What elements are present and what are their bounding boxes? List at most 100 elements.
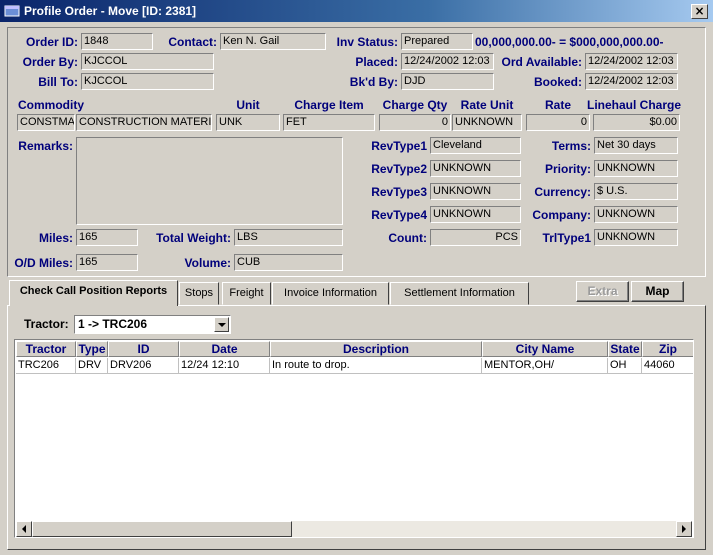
revtype1-label: RevType1	[371, 139, 427, 153]
linehaul-charge-header: Linehaul Charge	[586, 98, 681, 112]
tab-freight[interactable]: Freight	[222, 282, 271, 305]
unit-header: Unit	[236, 98, 260, 112]
priority-label: Priority:	[544, 162, 591, 176]
terms-label: Terms:	[551, 139, 591, 153]
cell-type: DRV	[76, 358, 108, 374]
ord-available-label: Ord Available:	[501, 55, 582, 69]
tractor-label: Tractor:	[24, 317, 69, 331]
currency-label: Currency:	[534, 185, 591, 199]
check-call-grid: Tractor Type ID Date Description City Na…	[14, 339, 694, 538]
cell-city-name: MENTOR,OH/	[482, 358, 608, 374]
currency-field: $ U.S.	[594, 183, 678, 200]
priority-field: UNKNOWN	[594, 160, 678, 177]
charge-item-field: FET	[283, 114, 375, 131]
column-header-zip[interactable]: Zip	[642, 341, 693, 357]
volume-field: CUB	[234, 254, 343, 271]
rate-unit-field: UNKNOWN	[452, 114, 522, 131]
close-icon: ×	[694, 4, 705, 18]
rate-unit-header: Rate Unit	[460, 98, 514, 112]
revtype3-label: RevType3	[371, 185, 427, 199]
column-header-type[interactable]: Type	[76, 341, 108, 357]
rate-field: 0	[526, 114, 590, 131]
horizontal-scrollbar[interactable]	[16, 521, 692, 537]
contact-label: Contact:	[168, 35, 217, 49]
revtype4-label: RevType4	[371, 208, 427, 222]
balance-text: 00,000,000.00- = $000,000,000.00-	[475, 35, 664, 49]
tractor-select[interactable]: 1 -> TRC206	[74, 315, 231, 334]
revtype1-field: Cleveland	[430, 137, 521, 154]
cell-date: 12/24 12:10	[179, 358, 270, 374]
count-label: Count:	[388, 231, 427, 245]
cell-zip: 44060	[642, 358, 693, 374]
od-miles-label: O/D Miles:	[14, 256, 73, 270]
chevron-down-icon[interactable]	[214, 317, 229, 332]
cell-state: OH	[608, 358, 642, 374]
remarks-label: Remarks:	[18, 139, 73, 153]
revtype2-label: RevType2	[371, 162, 427, 176]
scrollbar-thumb[interactable]	[32, 521, 292, 537]
inv-status-label: Inv Status:	[336, 35, 398, 49]
linehaul-charge-field: $0.00	[593, 114, 680, 131]
inv-status-field: Prepared	[401, 33, 473, 50]
trltype1-field: UNKNOWN	[594, 229, 678, 246]
column-header-description[interactable]: Description	[270, 341, 482, 357]
bill-to-label: Bill To:	[38, 75, 78, 89]
commodity-description-field: CONSTRUCTION MATERIA	[76, 114, 212, 131]
tractor-select-value: 1 -> TRC206	[78, 317, 148, 331]
bkd-by-field: DJD	[401, 73, 494, 90]
scroll-right-button[interactable]	[676, 521, 692, 537]
cell-description: In route to drop.	[270, 358, 482, 374]
volume-label: Volume:	[184, 256, 231, 270]
charge-qty-header: Charge Qty	[382, 98, 448, 112]
bkd-by-label: Bk'd By:	[349, 75, 398, 89]
order-id-label: Order ID:	[25, 35, 78, 49]
commodity-header: Commodity	[18, 98, 84, 112]
total-weight-label: Total Weight:	[156, 231, 231, 245]
tab-invoice-information[interactable]: Invoice Information	[272, 282, 389, 305]
column-header-date[interactable]: Date	[179, 341, 270, 357]
column-header-state[interactable]: State	[608, 341, 642, 357]
tab-stops[interactable]: Stops	[179, 282, 219, 305]
unit-field: UNK	[216, 114, 280, 131]
title-bar: Profile Order - Move [ID: 2381] ×	[0, 0, 713, 22]
order-by-label: Order By:	[22, 55, 78, 69]
miles-field: 165	[76, 229, 138, 246]
company-label: Company:	[532, 208, 591, 222]
map-button[interactable]: Map	[631, 281, 684, 302]
company-field: UNKNOWN	[594, 206, 678, 223]
close-button[interactable]: ×	[691, 4, 708, 19]
charge-qty-field: 0	[379, 114, 451, 131]
od-miles-field: 165	[76, 254, 138, 271]
count-field: PCS	[430, 229, 521, 246]
cell-tractor: TRC206	[16, 358, 76, 374]
cell-id: DRV206	[108, 358, 179, 374]
extra-button[interactable]: Extra	[576, 281, 629, 302]
scroll-left-button[interactable]	[16, 521, 32, 537]
tab-check-call-position-reports[interactable]: Check Call Position Reports	[9, 280, 178, 306]
column-header-city-name[interactable]: City Name	[482, 341, 608, 357]
commodity-code-field: CONSTMA	[17, 114, 75, 131]
arrow-left-icon	[22, 525, 26, 533]
order-id-field: 1848	[81, 33, 153, 50]
revtype2-field: UNKNOWN	[430, 160, 521, 177]
revtype4-field: UNKNOWN	[430, 206, 521, 223]
placed-label: Placed:	[355, 55, 398, 69]
ord-available-field: 12/24/2002 12:03	[585, 53, 678, 70]
app-icon	[4, 5, 20, 17]
bill-to-field: KJCCOL	[81, 73, 214, 90]
booked-field: 12/24/2002 12:03	[585, 73, 678, 90]
column-header-tractor[interactable]: Tractor	[16, 341, 76, 357]
miles-label: Miles:	[38, 231, 73, 245]
total-weight-field: LBS	[234, 229, 343, 246]
contact-field: Ken N. Gail	[220, 33, 326, 50]
booked-label: Booked:	[534, 75, 582, 89]
remarks-field	[76, 137, 343, 225]
placed-field: 12/24/2002 12:03	[401, 53, 494, 70]
tab-settlement-information[interactable]: Settlement Information	[390, 282, 529, 305]
column-header-id[interactable]: ID	[108, 341, 179, 357]
rate-header: Rate	[544, 98, 571, 112]
window-title: Profile Order - Move [ID: 2381]	[24, 4, 197, 18]
revtype3-field: UNKNOWN	[430, 183, 521, 200]
order-by-field: KJCCOL	[81, 53, 214, 70]
charge-item-header: Charge Item	[294, 98, 364, 112]
